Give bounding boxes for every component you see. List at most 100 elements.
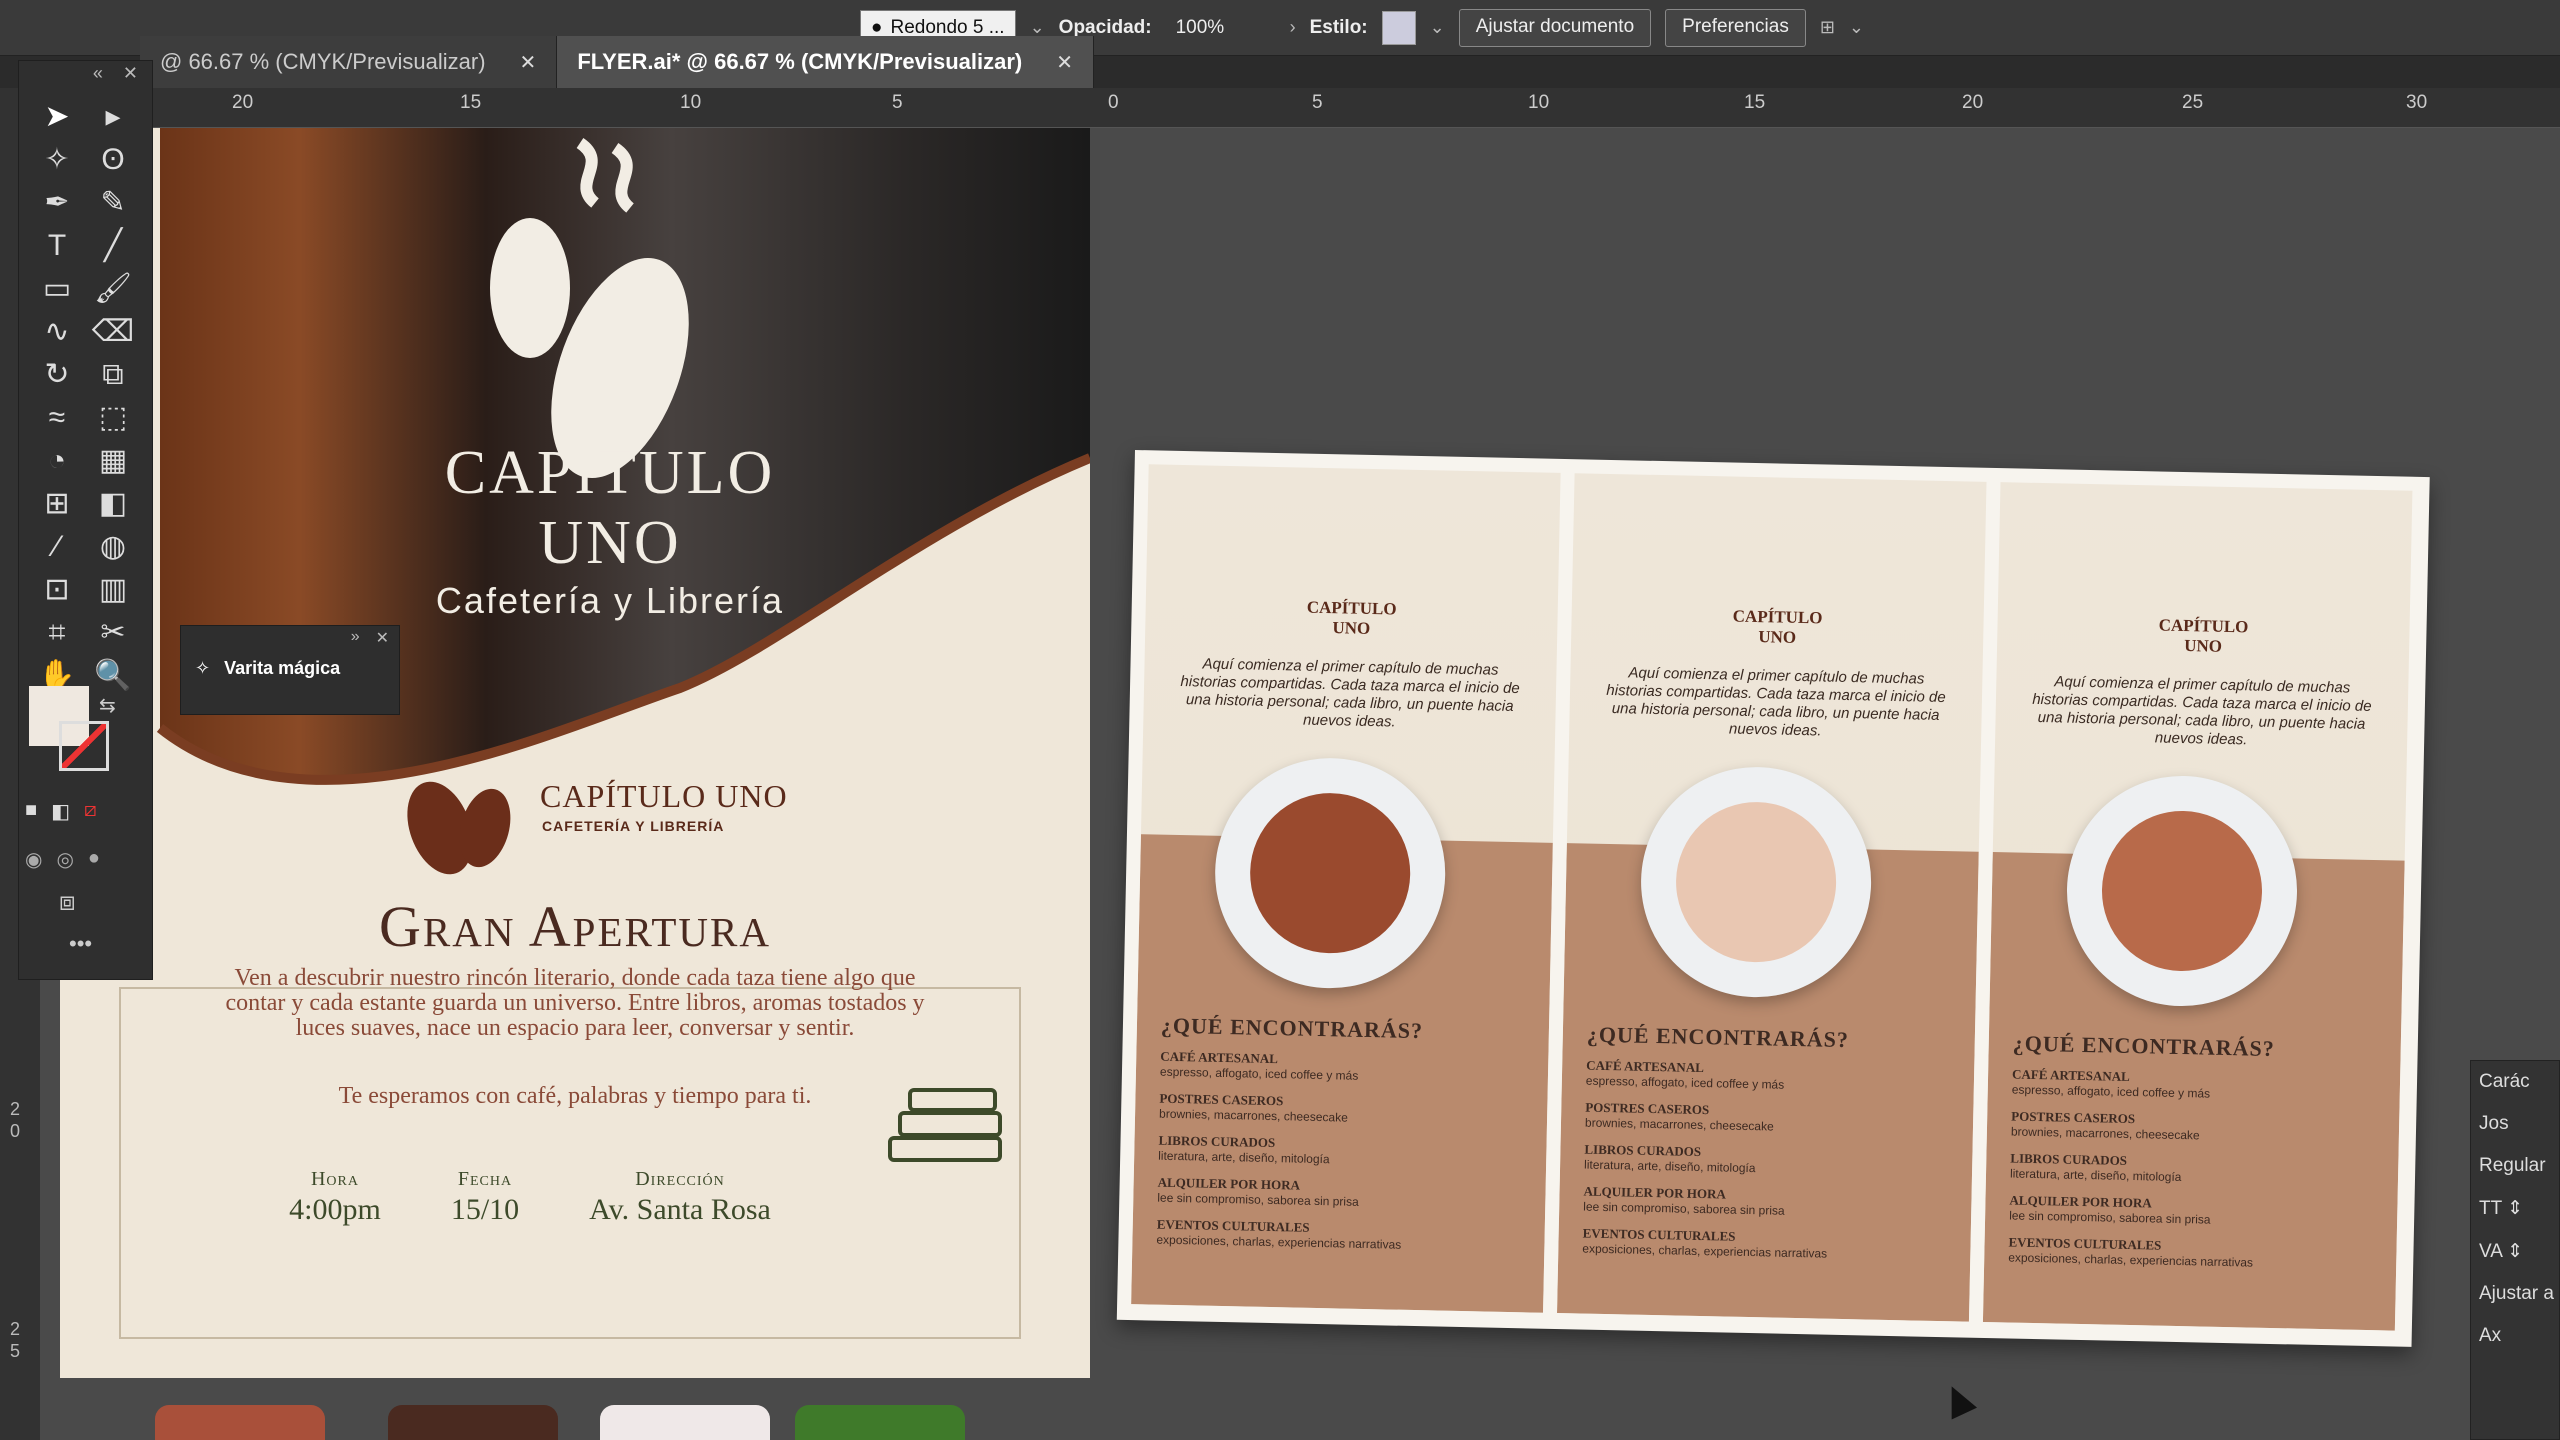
draw-mode-row: ◉ ◎ ● — [25, 847, 100, 872]
gradient-icon[interactable]: ◧ — [51, 799, 70, 824]
graph-tool-icon[interactable]: ▥ — [85, 568, 141, 611]
info-address: Dirección Av. Santa Rosa — [555, 1168, 805, 1227]
scale-tool-icon[interactable]: ⧉ — [85, 353, 141, 396]
info-value: Av. Santa Rosa — [589, 1193, 771, 1226]
ruler-label: 5 — [1312, 92, 1323, 113]
panel-heading: ¿QUÉ ENCONTRARÁS? — [1586, 1021, 1850, 1053]
mesh-tool-icon[interactable]: ⊞ — [29, 482, 85, 525]
tab-label: @ 66.67 % (CMYK/Previsualizar) — [160, 49, 486, 74]
ruler-label: 20 — [1962, 92, 1984, 113]
ruler-label: 20 — [232, 92, 254, 113]
character-panel: Carác Jos Regular TT ⇕ VA ⇕ Ajustar a p … — [2470, 1060, 2560, 1440]
color-swatch[interactable] — [155, 1405, 325, 1440]
rotate-tool-icon[interactable]: ↻ — [29, 353, 85, 396]
text-style-icon[interactable]: Ax — [2471, 1315, 2559, 1357]
eraser-tool-icon[interactable]: ⌫ — [85, 310, 141, 353]
info-label: Fecha — [457, 1168, 513, 1190]
flyer-title-line1: CAPÍTULO — [444, 439, 776, 507]
tools-panel-header: « ✕ — [19, 61, 152, 87]
ruler-label: 15 — [1744, 92, 1766, 113]
panel-items: CAFÉ ARTESANAL espresso, affogato, iced c… — [1582, 1057, 1828, 1261]
pen-tool-icon[interactable]: ✒ — [29, 181, 85, 224]
flyer-title-line2: UNO — [538, 509, 682, 577]
font-style-field[interactable]: Regular — [2471, 1145, 2559, 1187]
flyer-invite: Te esperamos con café, palabras y tiempo… — [338, 1083, 812, 1109]
trifold-artboard[interactable]: CAPÍTULO UNO Aquí comienza el primer capí… — [1116, 450, 2430, 1347]
adjust-label[interactable]: Ajustar a p — [2471, 1273, 2559, 1315]
flyer-subtitle: Cafetería y Librería — [435, 580, 785, 621]
zoom-tool-icon[interactable]: 🔍 — [85, 654, 141, 697]
shape-builder-tool-icon[interactable]: ◔ — [29, 439, 85, 482]
flyer-brand-name: CAPÍTULO UNO — [540, 778, 788, 814]
blend-tool-icon[interactable]: ◍ — [85, 525, 141, 568]
tab-document-1[interactable]: @ 66.67 % (CMYK/Previsualizar) ✕ — [140, 36, 558, 88]
type-tool-icon[interactable]: T — [29, 224, 85, 267]
color-icon[interactable]: ■ — [25, 799, 37, 824]
draw-normal-icon[interactable]: ◉ — [25, 847, 42, 872]
magic-wand-tooltip: » ✕ ✧ Varita mágica — [180, 625, 400, 715]
close-icon[interactable]: ✕ — [123, 63, 138, 85]
color-swatch[interactable] — [795, 1405, 965, 1440]
panel-brand: CAPÍTULO UNO — [1306, 597, 1397, 638]
horizontal-ruler[interactable]: 20 15 10 5 0 5 10 15 20 25 30 — [140, 88, 2560, 128]
color-swatch[interactable] — [388, 1405, 558, 1440]
perspective-grid-tool-icon[interactable]: ▦ — [85, 439, 141, 482]
ruler-label: 2 0 — [9, 1099, 20, 1141]
warp-tool-icon[interactable]: ≈ — [29, 396, 85, 439]
panel-heading: ¿QUÉ ENCONTRARÁS? — [2012, 1030, 2276, 1061]
panel-intro: Aquí comienza el primer capítulo de much… — [1180, 655, 1520, 731]
draw-behind-icon[interactable]: ◎ — [56, 847, 73, 872]
curvature-tool-icon[interactable]: ✎ — [85, 181, 141, 224]
canvas-area[interactable]: CAPÍTULO UNO Cafetería y Librería CAPÍTU… — [40, 128, 2560, 1440]
ruler-label: 10 — [680, 92, 702, 113]
color-swatch[interactable] — [600, 1405, 770, 1440]
paintbrush-tool-icon[interactable]: 🖌 — [85, 267, 141, 310]
info-value: 4:00pm — [289, 1193, 381, 1226]
eyedropper-tool-icon[interactable]: ⁄ — [29, 525, 85, 568]
swap-icon[interactable]: ⇆ — [99, 693, 116, 718]
screen-mode-icon[interactable]: ⧈ — [59, 886, 76, 918]
rectangle-tool-icon[interactable]: ▭ — [29, 267, 85, 310]
color-mode-row: ■ ◧ ⧄ — [25, 799, 97, 824]
none-icon[interactable]: ⧄ — [84, 799, 97, 824]
slice-tool-icon[interactable]: ✂ — [85, 611, 141, 654]
magic-wand-tool-icon[interactable]: ✧ — [29, 138, 85, 181]
flyer-heading: Gran Apertura — [379, 894, 771, 959]
lasso-tool-icon[interactable]: ʘ — [85, 138, 141, 181]
stroke-swatch[interactable] — [59, 721, 109, 771]
close-icon[interactable]: ✕ — [1056, 50, 1073, 75]
collapse-icon[interactable]: « — [93, 63, 103, 85]
artboard-tool-icon[interactable]: ⌗ — [29, 611, 85, 654]
collapse-icon[interactable]: » — [351, 628, 360, 650]
close-icon[interactable]: ✕ — [376, 628, 389, 650]
flyer-artboard[interactable]: CAPÍTULO UNO Cafetería y Librería CAPÍTU… — [60, 128, 1090, 1378]
flyer-brand-sub: CAFETERÍA Y LIBRERÍA — [542, 818, 725, 834]
line-tool-icon[interactable]: ╱ — [85, 224, 141, 267]
panel-title[interactable]: Carác — [2471, 1061, 2559, 1103]
magic-wand-icon: ✧ — [195, 658, 211, 678]
direct-selection-tool-icon[interactable]: ▸ — [85, 95, 141, 138]
panel-intro: Aquí comienza el primer capítulo de much… — [2032, 673, 2372, 749]
selection-tool-icon[interactable]: ➤ — [29, 95, 85, 138]
free-transform-tool-icon[interactable]: ⬚ — [85, 396, 141, 439]
font-size-icon[interactable]: TT ⇕ — [2471, 1187, 2559, 1230]
symbol-sprayer-tool-icon[interactable]: ⊡ — [29, 568, 85, 611]
tab-flyer[interactable]: FLYER.ai* @ 66.67 % (CMYK/Previsualizar)… — [557, 36, 1094, 88]
more-tools-icon[interactable]: ••• — [69, 931, 92, 957]
trifold-panel-1: CAPÍTULO UNO Aquí comienza el primer capí… — [1131, 464, 1561, 1313]
info-label: Hora — [310, 1168, 359, 1190]
shaper-tool-icon[interactable]: ∿ — [29, 310, 85, 353]
gradient-tool-icon[interactable]: ◧ — [85, 482, 141, 525]
trifold-panel-2: CAPÍTULO UNO Aquí comienza el primer capí… — [1557, 473, 1987, 1322]
draw-inside-icon[interactable]: ● — [88, 847, 100, 872]
tools-panel: « ✕ ➤ ▸ ✧ ʘ ✒ ✎ T ╱ ▭ 🖌 ∿ ⌫ ↻ ⧉ ≈ ⬚ ◔ ▦ … — [18, 60, 153, 980]
tab-label: FLYER.ai* @ 66.67 % (CMYK/Previsualizar) — [577, 49, 1023, 74]
info-time: Hora 4:00pm — [270, 1168, 400, 1227]
close-icon[interactable]: ✕ — [520, 50, 537, 75]
panel-intro: Aquí comienza el primer capítulo de much… — [1606, 664, 1946, 740]
flyer-paragraph: Ven a descubrir nuestro rincón literario… — [225, 965, 925, 1041]
info-date: Fecha 15/10 — [430, 1168, 540, 1227]
tracking-icon[interactable]: VA ⇕ — [2471, 1230, 2559, 1273]
font-search-field[interactable]: Jos — [2471, 1103, 2559, 1145]
document-tabs: @ 66.67 % (CMYK/Previsualizar) ✕ FLYER.a… — [140, 30, 2560, 88]
